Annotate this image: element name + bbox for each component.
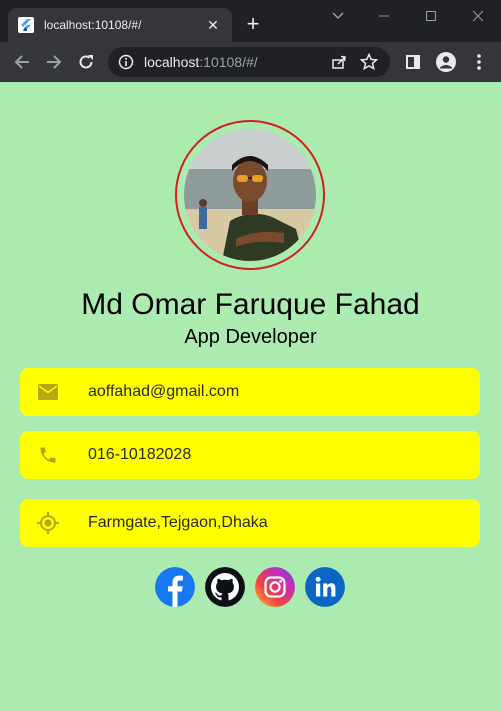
back-button[interactable]	[10, 50, 34, 74]
avatar-ring	[175, 120, 325, 270]
account-icon	[436, 52, 456, 72]
github-icon[interactable]	[205, 567, 245, 607]
bookmark-button[interactable]	[358, 51, 380, 73]
share-icon	[332, 55, 346, 69]
close-window-button[interactable]	[458, 4, 498, 28]
side-panel-icon	[406, 55, 420, 69]
browser-tab[interactable]: localhost:10108/#/ ✕	[8, 8, 232, 42]
menu-button[interactable]	[467, 50, 491, 74]
arrow-left-icon	[14, 55, 29, 69]
maximize-icon	[426, 11, 436, 21]
side-panel-button[interactable]	[401, 50, 425, 74]
phone-text: 016-10182028	[88, 446, 192, 463]
linkedin-icon[interactable]	[305, 567, 345, 607]
address-bar[interactable]: localhost:10108/#/	[108, 47, 390, 77]
facebook-icon[interactable]	[155, 567, 195, 607]
url-text: localhost:10108/#/	[144, 54, 258, 70]
email-card[interactable]: aoffahad@gmail.com	[20, 368, 480, 416]
email-icon	[36, 380, 60, 404]
location-icon	[36, 511, 60, 535]
phone-icon	[36, 443, 60, 467]
close-icon	[472, 10, 484, 22]
phone-card[interactable]: 016-10182028	[20, 431, 480, 479]
email-text: aoffahad@gmail.com	[88, 383, 240, 400]
page-viewport: Md Omar Faruque Fahad App Developer aoff…	[0, 82, 501, 711]
arrow-right-icon	[47, 55, 62, 69]
tab-title: localhost:10108/#/	[44, 18, 142, 32]
tab-close-button[interactable]: ✕	[204, 16, 222, 34]
instagram-icon[interactable]	[255, 567, 295, 607]
reload-button[interactable]	[74, 50, 98, 74]
avatar	[184, 129, 316, 261]
star-icon	[360, 53, 378, 71]
share-button[interactable]	[328, 51, 350, 73]
reload-icon	[79, 55, 93, 69]
browser-toolbar: localhost:10108/#/	[0, 42, 501, 82]
social-links	[155, 567, 347, 609]
chevron-down-icon	[332, 12, 344, 20]
forward-button[interactable]	[42, 50, 66, 74]
info-icon	[118, 54, 134, 70]
maximize-button[interactable]	[411, 4, 451, 28]
more-vert-icon	[477, 54, 481, 70]
minimize-icon	[379, 15, 389, 17]
browser-tab-strip: localhost:10108/#/ ✕ +	[0, 0, 501, 42]
tab-search-button[interactable]	[318, 4, 358, 28]
location-text: Farmgate,Tejgaon,Dhaka	[88, 514, 268, 531]
location-card[interactable]: Farmgate,Tejgaon,Dhaka	[20, 499, 480, 547]
minimize-button[interactable]	[364, 4, 404, 28]
flutter-favicon-icon	[18, 17, 34, 33]
profile-button[interactable]	[434, 50, 458, 74]
new-tab-button[interactable]: +	[243, 13, 263, 35]
profile-role: App Developer	[184, 326, 317, 348]
profile-name: Md Omar Faruque Fahad	[81, 288, 420, 321]
